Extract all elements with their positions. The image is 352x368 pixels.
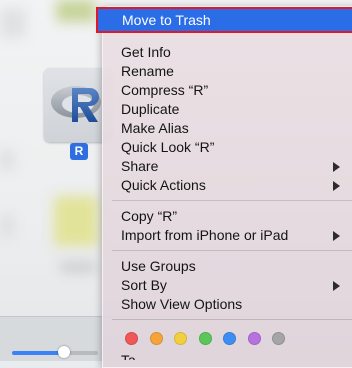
menu-item-label: Duplicate bbox=[121, 101, 180, 117]
menu-item-quick-look-r[interactable]: Quick Look “R” bbox=[102, 138, 352, 157]
menu-item-make-alias[interactable]: Make Alias bbox=[102, 119, 352, 138]
tag-gray[interactable] bbox=[272, 332, 285, 345]
menu-item-rename[interactable]: Rename bbox=[102, 62, 352, 81]
file-name-label: R bbox=[70, 143, 88, 160]
menu-item-label: Make Alias bbox=[121, 120, 189, 136]
chevron-right-icon bbox=[333, 231, 340, 241]
menu-item-label: Sort By bbox=[121, 277, 167, 293]
icon-size-slider[interactable] bbox=[12, 351, 98, 355]
menu-item-move-to-trash[interactable]: Move to Trash bbox=[96, 7, 352, 33]
menu-item-duplicate[interactable]: Duplicate bbox=[102, 100, 352, 119]
tag-yellow[interactable] bbox=[174, 332, 187, 345]
menu-separator bbox=[112, 250, 352, 251]
tag-orange[interactable] bbox=[149, 332, 163, 345]
blurred-yellow-file bbox=[54, 196, 98, 246]
tag-purple[interactable] bbox=[247, 332, 261, 345]
menu-item-copy-r[interactable]: Copy “R” bbox=[102, 207, 352, 226]
chevron-right-icon bbox=[333, 281, 340, 291]
blurred-item-left-3 bbox=[0, 214, 14, 238]
blurred-icon-top bbox=[56, 0, 96, 22]
menu-item-label: Compress “R” bbox=[121, 82, 209, 98]
menu-item-label: Quick Look “R” bbox=[121, 139, 215, 155]
blurred-label bbox=[60, 262, 96, 272]
menu-item-sort-by[interactable]: Sort By bbox=[102, 276, 352, 295]
blurred-item-left-1 bbox=[0, 8, 26, 38]
menu-item-label: Share bbox=[121, 158, 159, 174]
menu-separator bbox=[112, 319, 352, 320]
menu-item-label: Import from iPhone or iPad bbox=[121, 227, 289, 243]
menu-item-quick-actions[interactable]: Quick Actions bbox=[102, 176, 352, 195]
menu-item-label: Quick Actions bbox=[121, 177, 206, 193]
menu-item-label: Show View Options bbox=[121, 296, 243, 312]
icon-size-slider-fill bbox=[12, 351, 64, 355]
menu-item-show-view-options[interactable]: Show View Options bbox=[102, 295, 352, 314]
menu-item-label: Copy “R” bbox=[121, 208, 178, 224]
menu-separator bbox=[112, 200, 352, 201]
menu-item-label: Use Groups bbox=[121, 258, 196, 274]
chevron-right-icon bbox=[333, 181, 340, 191]
chevron-right-icon bbox=[333, 162, 340, 172]
menu-item-use-groups[interactable]: Use Groups bbox=[102, 257, 352, 276]
icon-size-slider-knob[interactable] bbox=[57, 346, 70, 358]
r-logo-icon bbox=[51, 86, 101, 122]
menu-item-compress-r[interactable]: Compress “R” bbox=[102, 81, 352, 100]
menu-item-get-info[interactable]: Get Info bbox=[102, 43, 352, 62]
tag-red[interactable] bbox=[125, 332, 138, 345]
menu-item-share[interactable]: Share bbox=[102, 157, 352, 176]
blurred-item-left-2 bbox=[0, 150, 14, 170]
tag-blue[interactable] bbox=[223, 332, 236, 345]
menu-item-import-from-iphone-or-ipad[interactable]: Import from iPhone or iPad bbox=[102, 226, 352, 245]
menu-item-label: Move to Trash bbox=[122, 12, 211, 28]
tag-green[interactable] bbox=[198, 332, 212, 345]
menu-item-label: Rename bbox=[121, 63, 174, 79]
menu-item-label: Get Info bbox=[121, 44, 171, 60]
menu-item-partially-visible[interactable]: Ta bbox=[121, 353, 136, 360]
